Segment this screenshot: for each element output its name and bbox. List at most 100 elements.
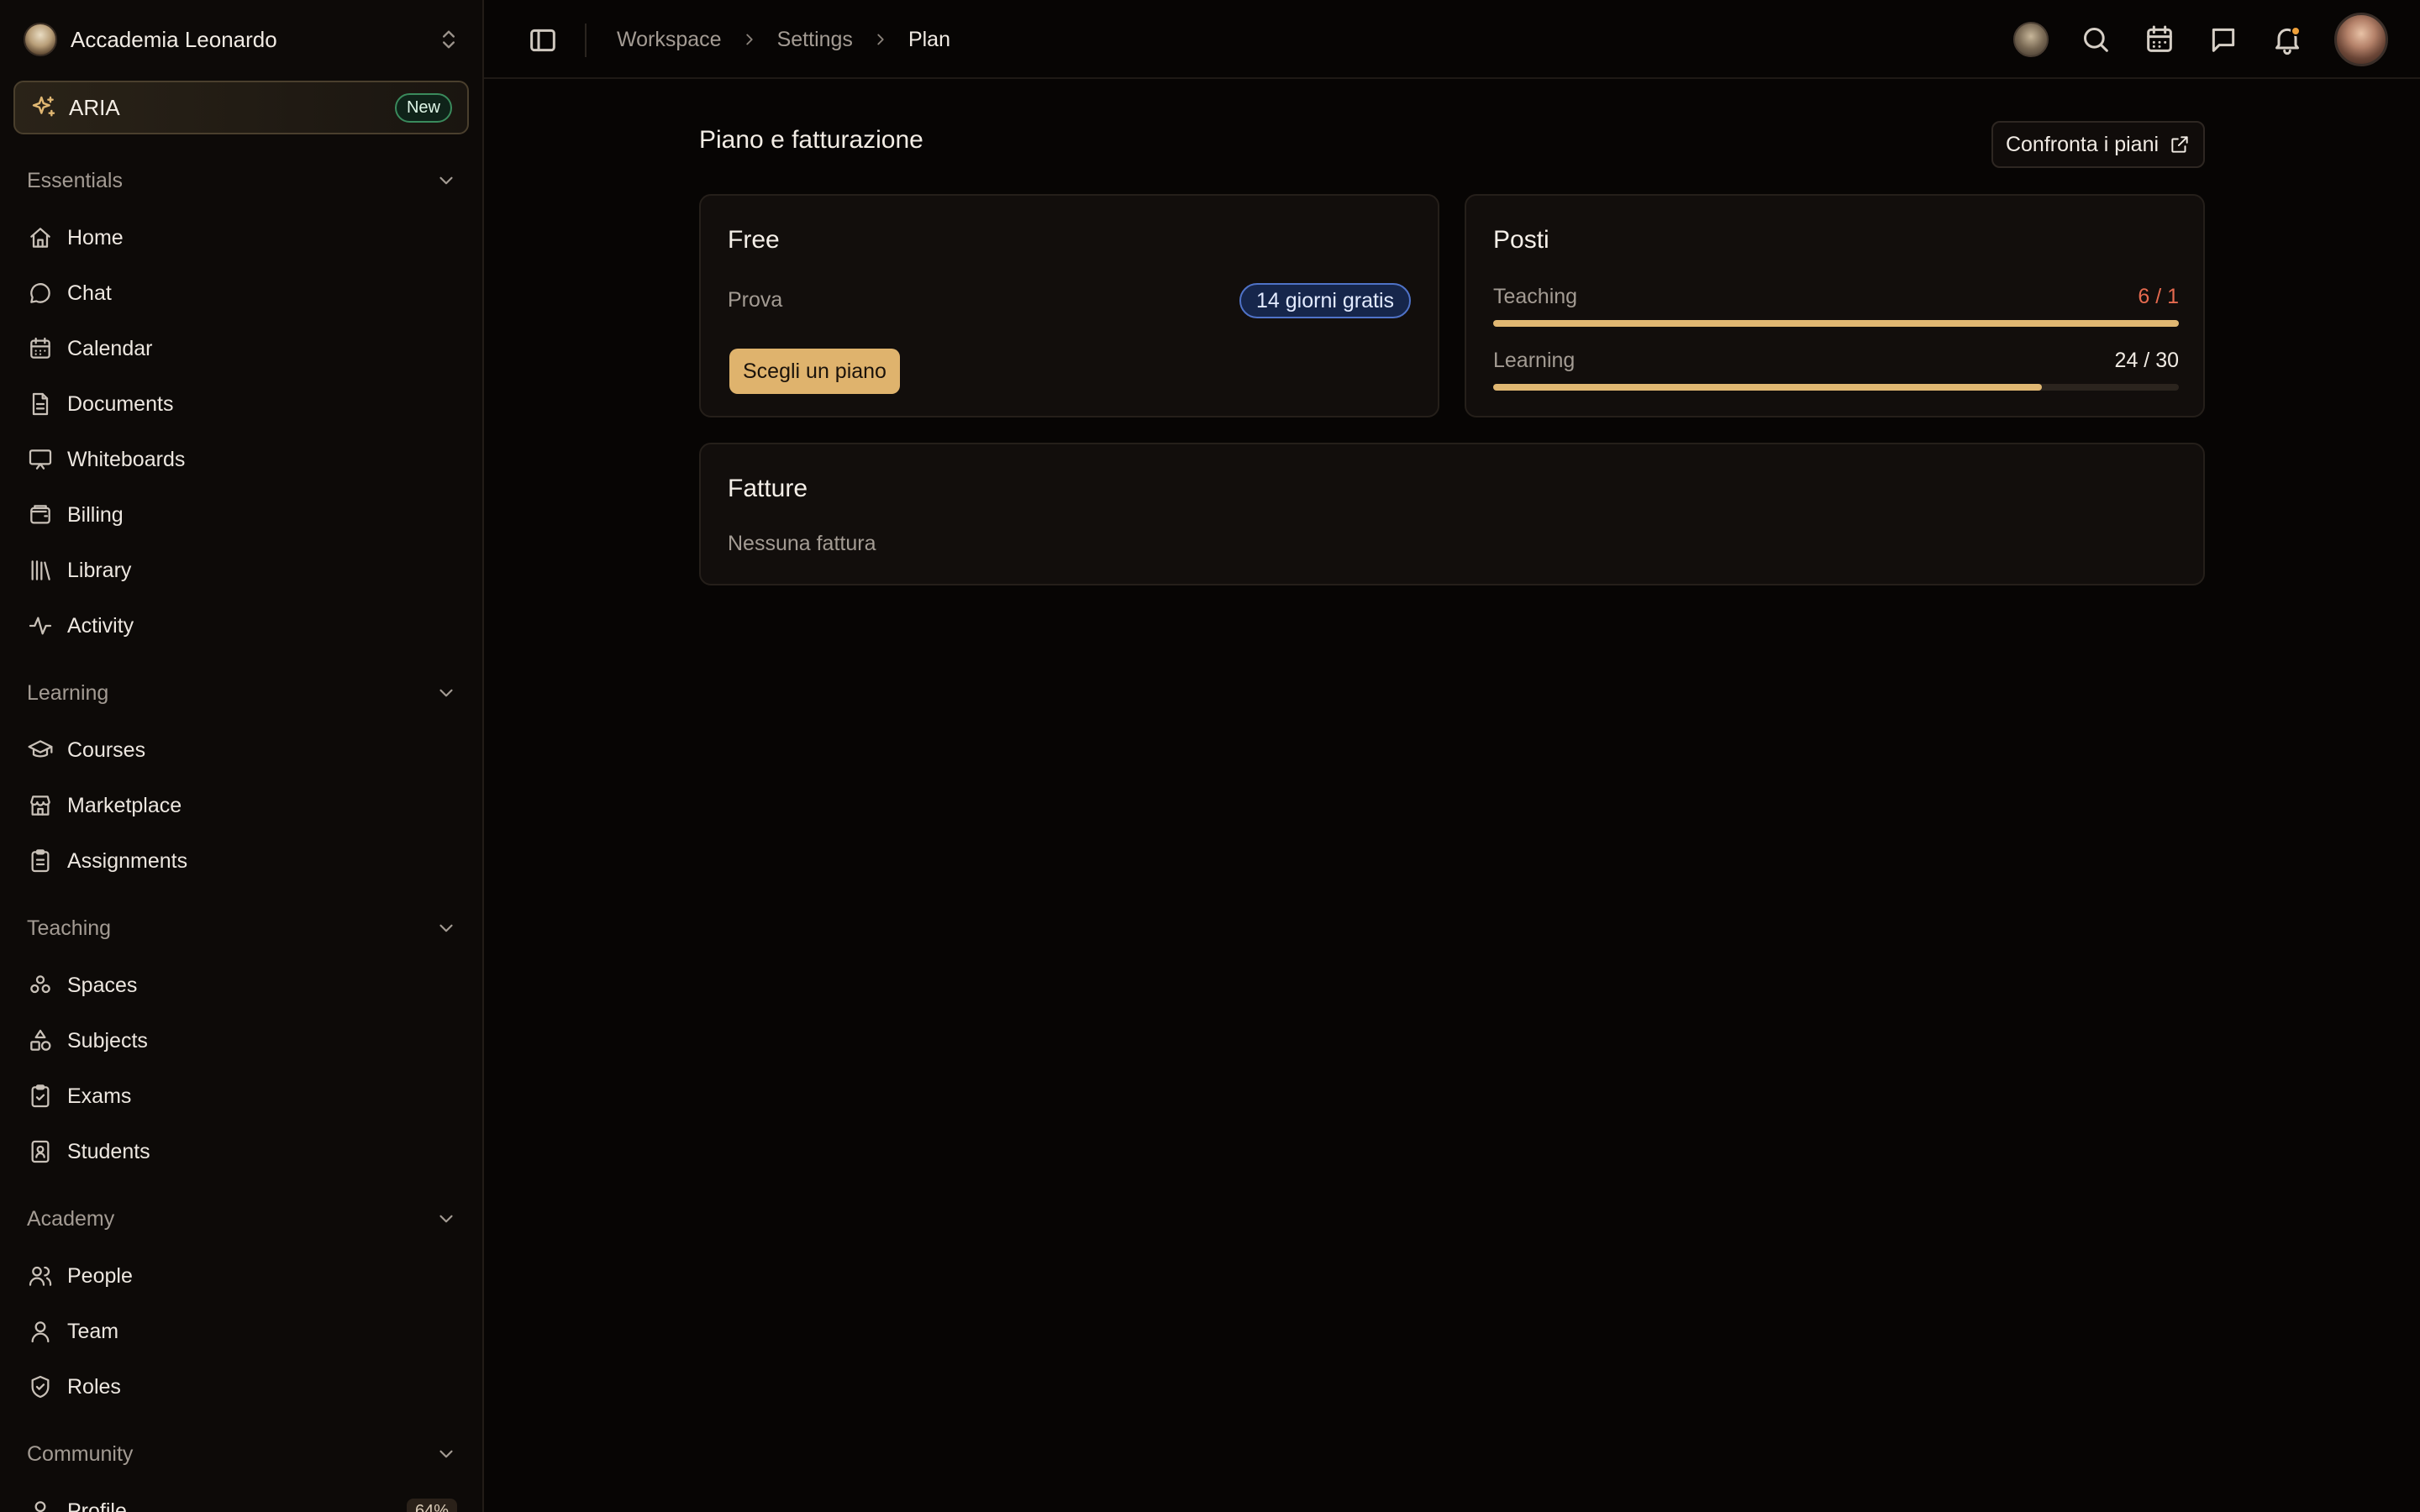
sidebar-item-activity[interactable]: Activity bbox=[13, 601, 471, 651]
sidebar-item-calendar[interactable]: Calendar bbox=[13, 323, 471, 374]
seats-title: Posti bbox=[1493, 226, 1549, 254]
sidebar-item-label: Exams bbox=[67, 1084, 132, 1108]
sidebar-item-marketplace[interactable]: Marketplace bbox=[13, 780, 471, 831]
activity-icon bbox=[27, 612, 54, 639]
profile-completion-badge: 64% bbox=[406, 1498, 457, 1512]
chevron-down-icon bbox=[435, 170, 457, 192]
breadcrumb-workspace[interactable]: Workspace bbox=[617, 28, 722, 52]
compare-plans-label: Confronta i piani bbox=[2005, 132, 2160, 156]
seat-progress-fill bbox=[1493, 384, 2042, 391]
sidebar-item-whiteboards[interactable]: Whiteboards bbox=[13, 434, 471, 485]
sidebar-item-documents[interactable]: Documents bbox=[13, 379, 471, 429]
section-title: Community bbox=[27, 1441, 134, 1466]
sidebar-item-label: Chat bbox=[67, 281, 112, 305]
sidebar-item-people[interactable]: People bbox=[13, 1251, 471, 1301]
sidebar-item-label: People bbox=[67, 1263, 133, 1288]
notification-dot bbox=[2291, 26, 2301, 36]
aria-button[interactable]: ARIA New bbox=[13, 81, 469, 134]
document-icon bbox=[27, 391, 54, 417]
seat-label: Teaching bbox=[1493, 285, 1578, 308]
breadcrumb: Workspace Settings Plan bbox=[617, 0, 950, 79]
section-header-essentials[interactable]: Essentials bbox=[13, 157, 471, 204]
sidebar-item-team[interactable]: Team bbox=[13, 1306, 471, 1357]
contact-card-icon bbox=[27, 1138, 54, 1165]
workspace-name: Accademia Leonardo bbox=[71, 26, 277, 52]
section-header-learning[interactable]: Learning bbox=[13, 669, 471, 717]
section-header-teaching[interactable]: Teaching bbox=[13, 905, 471, 952]
aria-label: ARIA bbox=[69, 94, 120, 120]
section-title: Teaching bbox=[27, 916, 112, 940]
invoices-title: Fatture bbox=[728, 475, 808, 502]
user-icon bbox=[27, 1318, 54, 1345]
sidebar: Accademia Leonardo ARIA New Essentials Ho… bbox=[0, 0, 484, 1512]
people-icon bbox=[27, 1263, 54, 1289]
new-badge: New bbox=[394, 92, 452, 123]
seat-value: 6 / 1 bbox=[2138, 285, 2179, 308]
invoices-empty-text: Nessuna fattura bbox=[728, 532, 876, 555]
sidebar-item-assignments[interactable]: Assignments bbox=[13, 836, 471, 886]
shield-icon bbox=[27, 1373, 54, 1400]
sidebar-item-label: Profile bbox=[67, 1499, 127, 1512]
sidebar-item-library[interactable]: Library bbox=[13, 545, 471, 596]
sidebar-item-billing[interactable]: Billing bbox=[13, 490, 471, 540]
sidebar-item-roles[interactable]: Roles bbox=[13, 1362, 471, 1412]
section-title: Academy bbox=[27, 1206, 115, 1231]
plan-name: Free bbox=[728, 226, 780, 254]
seats-card: Posti Teaching 6 / 1 Learning 24 / 30 bbox=[1465, 194, 2205, 417]
chevron-down-icon bbox=[435, 682, 457, 704]
topbar: Workspace Settings Plan bbox=[484, 0, 2420, 79]
sidebar-item-home[interactable]: Home bbox=[13, 213, 471, 263]
sidebar-item-chat[interactable]: Chat bbox=[13, 268, 471, 318]
compare-plans-button[interactable]: Confronta i piani bbox=[1991, 121, 2205, 168]
sidebar-item-profile[interactable]: Profile 64% bbox=[13, 1486, 471, 1512]
sidebar-item-label: Documents bbox=[67, 391, 174, 416]
spaces-icon bbox=[27, 972, 54, 999]
user-icon bbox=[27, 1498, 54, 1512]
workspace-switcher[interactable]: Accademia Leonardo bbox=[13, 12, 471, 67]
sidebar-item-label: Students bbox=[67, 1139, 150, 1163]
bell-icon[interactable] bbox=[2270, 23, 2304, 56]
section-title: Learning bbox=[27, 680, 109, 705]
calendar-icon bbox=[27, 335, 54, 362]
sidebar-item-label: Subjects bbox=[67, 1028, 148, 1053]
sidebar-item-subjects[interactable]: Subjects bbox=[13, 1016, 471, 1066]
workspace-logo bbox=[24, 23, 57, 56]
seat-progress-track bbox=[1493, 384, 2179, 391]
sidebar-item-students[interactable]: Students bbox=[13, 1126, 471, 1177]
chevron-down-icon bbox=[435, 1443, 457, 1465]
page-title: Piano e fatturazione bbox=[699, 126, 923, 154]
section-header-community[interactable]: Community bbox=[13, 1431, 471, 1478]
sidebar-item-label: Roles bbox=[67, 1374, 121, 1399]
seat-value: 24 / 30 bbox=[2114, 349, 2179, 372]
user-avatar[interactable] bbox=[2334, 13, 2388, 66]
library-icon bbox=[27, 557, 54, 584]
sidebar-item-label: Spaces bbox=[67, 973, 138, 997]
search-icon[interactable] bbox=[2079, 23, 2112, 56]
sidebar-item-courses[interactable]: Courses bbox=[13, 725, 471, 775]
sidebar-item-spaces[interactable]: Spaces bbox=[13, 960, 471, 1011]
wallet-icon bbox=[27, 501, 54, 528]
chevron-right-icon bbox=[740, 30, 759, 49]
topbar-divider bbox=[585, 24, 587, 57]
clipboard-icon bbox=[27, 848, 54, 874]
message-icon[interactable] bbox=[2207, 23, 2240, 56]
chevron-down-icon bbox=[435, 917, 457, 939]
home-icon bbox=[27, 224, 54, 251]
section-header-academy[interactable]: Academy bbox=[13, 1195, 471, 1242]
sparkles-icon bbox=[30, 94, 57, 121]
sidebar-item-exams[interactable]: Exams bbox=[13, 1071, 471, 1121]
sidebar-toggle-icon[interactable] bbox=[526, 24, 560, 57]
workspace-avatar[interactable] bbox=[2013, 22, 2049, 57]
calendar-icon[interactable] bbox=[2143, 23, 2176, 56]
trial-badge: 14 giorni gratis bbox=[1239, 283, 1411, 318]
sidebar-item-label: Calendar bbox=[67, 336, 153, 360]
sidebar-item-label: Courses bbox=[67, 738, 146, 762]
choose-plan-button[interactable]: Scegli un piano bbox=[729, 349, 900, 394]
section-title: Essentials bbox=[27, 168, 123, 192]
sidebar-item-label: Assignments bbox=[67, 848, 188, 873]
store-icon bbox=[27, 792, 54, 819]
breadcrumb-settings[interactable]: Settings bbox=[777, 28, 853, 52]
sidebar-item-label: Team bbox=[67, 1319, 119, 1343]
seat-progress-fill bbox=[1493, 320, 2179, 327]
plan-status-label: Prova bbox=[728, 288, 783, 312]
